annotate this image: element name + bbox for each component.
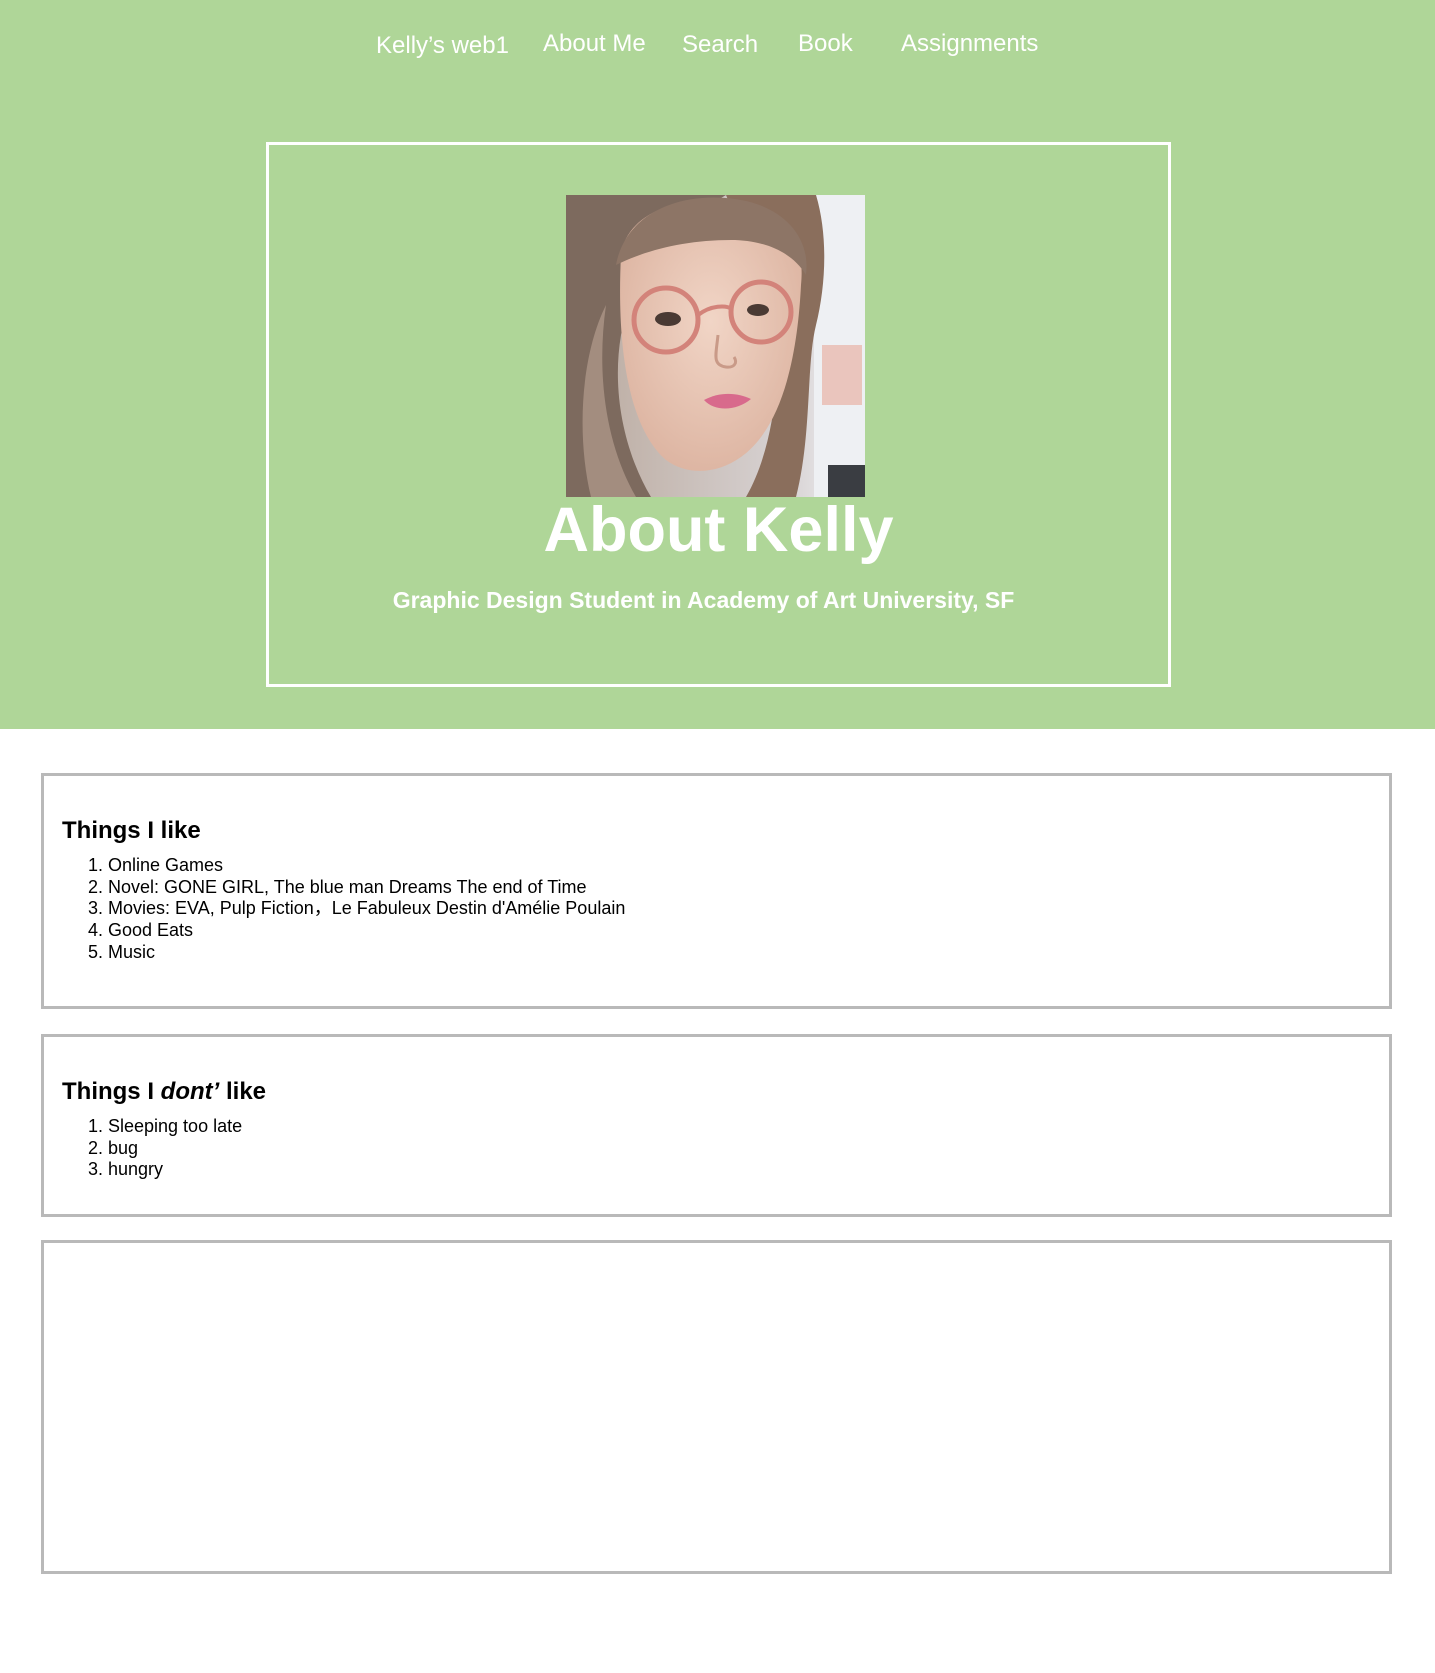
list-item: Music — [108, 942, 625, 964]
heading-emphasis: dont’ — [160, 1078, 220, 1105]
nav-brand-link[interactable]: Kelly’s web1 — [376, 32, 509, 60]
things-i-like-list: Online Games Novel: GONE GIRL, The blue … — [62, 855, 625, 964]
things-i-dont-like-card: Things I dont’ like Sleeping too late bu… — [41, 1034, 1392, 1217]
list-item: Online Games — [108, 855, 625, 877]
things-i-like-card: Things I like Online Games Novel: GONE G… — [41, 773, 1392, 1009]
heading-prefix: Things I — [62, 1078, 161, 1105]
things-i-dont-like-list: Sleeping too late bug hungry — [62, 1116, 242, 1181]
list-item: Good Eats — [108, 920, 625, 942]
nav-item-assignments[interactable]: Assignments — [901, 30, 1038, 58]
hero-section: Kelly’s web1 About Me Search Book Assign… — [0, 0, 1435, 729]
things-i-dont-like-heading: Things I dont’ like — [62, 1077, 266, 1107]
page-title: About Kelly — [543, 495, 894, 565]
top-nav: Kelly’s web1 About Me Search Book Assign… — [0, 0, 1435, 90]
profile-photo-illustration — [566, 195, 865, 497]
nav-item-book[interactable]: Book — [798, 30, 853, 58]
list-item: Sleeping too late — [108, 1116, 242, 1138]
heading-suffix: like — [219, 1078, 267, 1105]
list-item: hungry — [108, 1159, 242, 1181]
nav-item-about-me[interactable]: About Me — [543, 30, 646, 58]
list-item: Novel: GONE GIRL, The blue man Dreams Th… — [108, 877, 625, 899]
things-i-like-heading: Things I like — [62, 817, 201, 844]
list-item: bug — [108, 1138, 242, 1160]
page-subtitle: Graphic Design Student in Academy of Art… — [392, 587, 1015, 613]
nav-item-search[interactable]: Search — [682, 31, 758, 59]
list-item: Movies: EVA, Pulp Fiction，Le Fabuleux De… — [108, 898, 625, 920]
empty-content-card — [41, 1240, 1392, 1574]
profile-photo — [566, 195, 865, 497]
